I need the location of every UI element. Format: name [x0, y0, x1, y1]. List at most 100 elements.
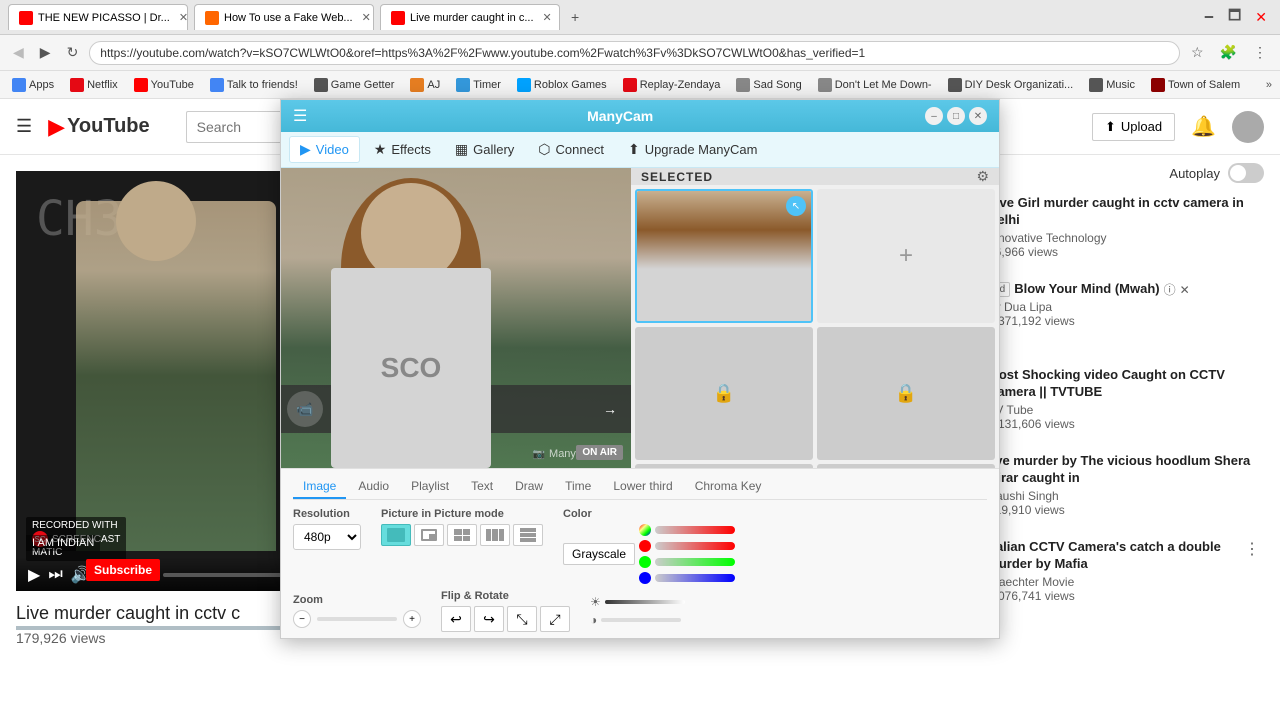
- contrast-slider[interactable]: [601, 618, 681, 622]
- on-air-badge: ON AIR: [576, 445, 623, 460]
- bookmark-roblox[interactable]: Roblox Games: [513, 76, 611, 94]
- pip-btn-2[interactable]: [414, 524, 444, 546]
- zoom-out-button[interactable]: −: [293, 610, 311, 628]
- bookmark-netflix[interactable]: Netflix: [66, 76, 122, 94]
- forward-button[interactable]: ▶: [35, 42, 56, 63]
- manycam-effects-menu[interactable]: ★ Effects: [364, 137, 441, 162]
- manycam-video-menu[interactable]: ▶ Video: [289, 136, 360, 163]
- mc-tab-playlist[interactable]: Playlist: [401, 475, 459, 499]
- green-slider[interactable]: [655, 558, 735, 566]
- yt-logo-text: YouTube: [67, 115, 150, 138]
- bookmark-gamegetter[interactable]: Game Getter: [310, 76, 399, 94]
- manycam-close-button[interactable]: ✕: [969, 107, 987, 125]
- grayscale-button[interactable]: Grayscale: [563, 543, 635, 565]
- zoom-label: Zoom: [293, 594, 421, 606]
- manycam-maximize-button[interactable]: □: [947, 107, 965, 125]
- restore-button[interactable]: 🗕: [1199, 3, 1219, 31]
- tab2-close[interactable]: ✕: [362, 11, 371, 24]
- mc-tab-draw[interactable]: Draw: [505, 475, 553, 499]
- zoom-slider[interactable]: [317, 617, 397, 621]
- browser-chrome: THE NEW PICASSO | Dr... ✕ How To use a F…: [0, 0, 1280, 99]
- mc-source-1[interactable]: ↖: [635, 189, 813, 323]
- manycam-upgrade-menu[interactable]: ⬆ Upgrade ManyCam: [618, 137, 767, 162]
- mc-tab-text[interactable]: Text: [461, 475, 503, 499]
- mc-next-arrow-icon[interactable]: →: [603, 401, 617, 417]
- maximize-button[interactable]: 🗖: [1223, 3, 1246, 31]
- mc-source-5[interactable]: 🔒: [635, 464, 813, 468]
- address-bar[interactable]: [89, 41, 1180, 65]
- mc-tab-chromakey[interactable]: Chroma Key: [685, 475, 772, 499]
- bookmark-sadsong[interactable]: Sad Song: [732, 76, 805, 94]
- yt-hamburger-icon[interactable]: ☰: [16, 116, 32, 137]
- sv5-more-icon[interactable]: ⋮: [1244, 539, 1260, 559]
- pip-btn-3[interactable]: [447, 524, 477, 546]
- user-avatar[interactable]: [1232, 111, 1264, 143]
- rotate-right-button[interactable]: ⤢: [540, 606, 570, 632]
- mc-source-4[interactable]: 🔒: [817, 327, 995, 461]
- blue-slider[interactable]: [655, 574, 735, 582]
- mc-camera-button[interactable]: 📹: [287, 391, 323, 427]
- bookmark-dontlet[interactable]: Don't Let Me Down-: [814, 76, 936, 94]
- back-button[interactable]: ◀: [8, 42, 29, 63]
- mc-tab-image[interactable]: Image: [293, 475, 346, 499]
- manycam-gallery-menu[interactable]: ▦ Gallery: [445, 137, 524, 162]
- settings-button[interactable]: ⋮: [1248, 42, 1272, 63]
- notification-bell-icon[interactable]: 🔔: [1191, 114, 1216, 139]
- yt-upload-button[interactable]: ⬆ Upload: [1092, 113, 1175, 141]
- mc-tab-audio[interactable]: Audio: [348, 475, 399, 499]
- tab1-close[interactable]: ✕: [179, 11, 188, 24]
- mc-tab-lowerthird[interactable]: Lower third: [603, 475, 682, 499]
- mc-source-6[interactable]: 🔒: [817, 464, 995, 468]
- subscribe-button[interactable]: Subscribe: [86, 559, 160, 581]
- browser-tab-2[interactable]: How To use a Fake Web... ✕: [194, 4, 374, 30]
- play-button[interactable]: ▶: [28, 565, 40, 585]
- autoplay-label: Autoplay: [1169, 166, 1220, 181]
- manycam-minimize-button[interactable]: –: [925, 107, 943, 125]
- resolution-select[interactable]: 480p 720p 1080p: [293, 524, 361, 550]
- pip-btn-5[interactable]: [513, 524, 543, 546]
- bookmark-replay[interactable]: Replay-Zendaya: [619, 76, 725, 94]
- sv2-title: Blow Your Mind (Mwah): [1014, 281, 1159, 298]
- pip-btn-4[interactable]: [480, 524, 510, 546]
- bookmark-aj[interactable]: AJ: [406, 76, 444, 94]
- manycam-menu-icon[interactable]: ☰: [293, 106, 307, 126]
- mc-tab-time[interactable]: Time: [555, 475, 601, 499]
- manycam-connect-menu[interactable]: ⬡ Connect: [528, 137, 614, 162]
- extensions-button[interactable]: 🧩: [1215, 42, 1242, 63]
- tab1-label: THE NEW PICASSO | Dr...: [38, 12, 170, 24]
- red-slider[interactable]: [655, 542, 735, 550]
- new-tab-button[interactable]: +: [566, 7, 584, 27]
- next-button[interactable]: ⏭: [48, 566, 62, 584]
- bookmark-talkfriends[interactable]: Talk to friends!: [206, 76, 302, 94]
- browser-tab-1[interactable]: THE NEW PICASSO | Dr... ✕: [8, 4, 188, 30]
- mc-source-add[interactable]: +: [817, 189, 995, 323]
- bookmark-towofsalem[interactable]: Town of Salem: [1147, 76, 1244, 94]
- browser-nav-bar: ◀ ▶ ↻ ☆ 🧩 ⋮: [0, 35, 1280, 71]
- reload-button[interactable]: ↻: [62, 42, 84, 63]
- brightness-slider[interactable]: [605, 600, 685, 604]
- flip-label: Flip & Rotate: [441, 590, 570, 602]
- hue-slider[interactable]: [655, 526, 735, 534]
- bookmark-button[interactable]: ☆: [1186, 42, 1209, 63]
- bookmark-apps[interactable]: Apps: [8, 76, 58, 94]
- browser-tab-3[interactable]: Live murder caught in c... ✕: [380, 4, 560, 30]
- youtube-logo[interactable]: ▶ YouTube: [48, 114, 150, 140]
- info-icon[interactable]: ⓘ: [1164, 281, 1176, 298]
- subscribe-area: Subscribe: [86, 559, 160, 581]
- close-button[interactable]: ✕: [1250, 7, 1272, 28]
- bookmarks-more[interactable]: »: [1266, 79, 1272, 91]
- tab3-close[interactable]: ✕: [543, 11, 552, 24]
- bookmark-music[interactable]: Music: [1085, 76, 1139, 94]
- bookmark-youtube[interactable]: YouTube: [130, 76, 198, 94]
- rotate-left-button[interactable]: ⤡: [507, 606, 537, 632]
- autoplay-toggle[interactable]: [1228, 163, 1264, 183]
- ad-close-icon[interactable]: ✕: [1180, 283, 1190, 297]
- bookmark-timer[interactable]: Timer: [452, 76, 505, 94]
- zoom-in-button[interactable]: +: [403, 610, 421, 628]
- pip-btn-1[interactable]: [381, 524, 411, 546]
- flip-vertical-button[interactable]: ↪: [474, 606, 504, 632]
- flip-horizontal-button[interactable]: ↩: [441, 606, 471, 632]
- mc-source-3[interactable]: 🔒: [635, 327, 813, 461]
- bookmark-diy[interactable]: DIY Desk Organizati...: [944, 76, 1078, 94]
- selected-settings-icon[interactable]: ⚙: [976, 168, 989, 185]
